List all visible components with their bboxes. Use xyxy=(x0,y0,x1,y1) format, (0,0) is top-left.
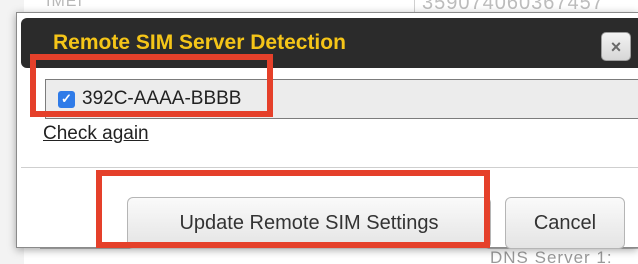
update-remote-sim-settings-button[interactable]: Update Remote SIM Settings xyxy=(127,197,491,249)
close-icon: × xyxy=(610,36,622,57)
background-imei-label: IMEI xyxy=(46,0,83,10)
background-dns-label: DNS Server 1: xyxy=(490,248,613,264)
dialog-divider xyxy=(21,167,638,168)
sim-list-item[interactable]: ✓ 392C-AAAA-BBBB xyxy=(58,88,241,110)
checkmark-icon: ✓ xyxy=(61,91,72,106)
dialog-title: Remote SIM Server Detection xyxy=(53,31,346,54)
cancel-button[interactable]: Cancel xyxy=(505,197,625,249)
close-button[interactable]: × xyxy=(601,32,631,61)
sim-list: ✓ 392C-AAAA-BBBB xyxy=(45,79,638,119)
dialog-titlebar: Remote SIM Server Detection × xyxy=(21,18,638,68)
sim-id-label: 392C-AAAA-BBBB xyxy=(82,88,242,109)
remote-sim-dialog: Remote SIM Server Detection × ✓ 392C-AAA… xyxy=(16,12,638,249)
check-again-link[interactable]: Check again xyxy=(43,123,149,145)
sim-checkbox[interactable]: ✓ xyxy=(58,90,75,108)
